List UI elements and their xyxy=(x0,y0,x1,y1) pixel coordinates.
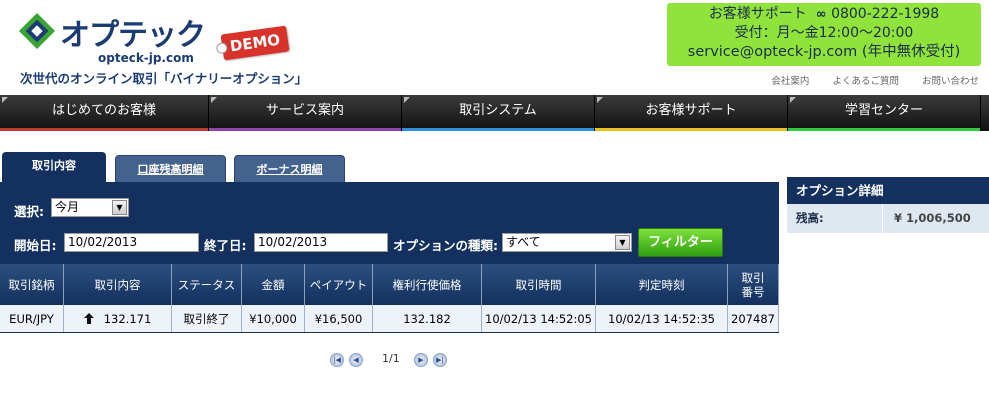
cell-judge-time: 10/02/13 14:52:35 xyxy=(596,305,728,332)
main-nav: はじめてのお客様 サービス案内 取引システム お客様サポート 学習センター xyxy=(0,95,989,131)
chevron-down-icon: ▼ xyxy=(112,200,127,215)
nav-color-bar xyxy=(209,128,401,131)
demo-badge: DEMO xyxy=(220,25,290,61)
col-trade-time: 取引時間 xyxy=(482,264,596,305)
col-content: 取引内容 xyxy=(64,264,172,305)
col-trade-number: 取引番号 xyxy=(728,264,779,305)
support-email[interactable]: service@opteck-jp.com (年中無休受付) xyxy=(667,43,981,62)
brand-name[interactable]: オプテック xyxy=(60,10,206,54)
prev-page-icon[interactable]: ◀ xyxy=(349,353,363,367)
link-contact[interactable]: お問い合わせ xyxy=(922,76,979,87)
support-box: お客様サポート ∞ 0800-222-1998 受付：月～金12:00～20:0… xyxy=(667,3,981,66)
free-dial-icon: ∞ xyxy=(811,7,827,22)
table-row[interactable]: EUR/JPY 132.171 取引終了 ¥10,000 ¥16,500 132… xyxy=(0,305,779,333)
end-date-label: 終了日: xyxy=(204,238,247,253)
cell-content: 132.171 xyxy=(64,305,172,332)
balance-label: 残高: xyxy=(796,211,824,225)
opteck-logo-icon[interactable] xyxy=(18,12,56,50)
support-row-phone: お客様サポート ∞ 0800-222-1998 xyxy=(667,5,981,24)
col-judge-time: 判定時刻 xyxy=(596,264,728,305)
option-type-value: すべて xyxy=(506,235,541,249)
nav-item-support[interactable]: お客様サポート xyxy=(595,95,788,131)
col-amount: 金額 xyxy=(242,264,305,305)
nav-item-learning[interactable]: 学習センター xyxy=(788,95,981,131)
next-page-icon[interactable]: ▶ xyxy=(414,353,428,367)
link-company[interactable]: 会社案内 xyxy=(771,76,809,87)
nav-item-trading-system[interactable]: 取引システム xyxy=(402,95,595,131)
header-links: 会社案内 よくあるご質問 お問い合わせ xyxy=(751,73,979,87)
nav-color-bar xyxy=(402,128,594,131)
chevron-down-icon: ▼ xyxy=(615,235,630,250)
cell-amount: ¥10,000 xyxy=(242,305,305,332)
cell-payout: ¥16,500 xyxy=(305,305,373,332)
nav-color-bar xyxy=(595,128,787,131)
page: オプテック opteck-jp.com DEMO 次世代のオンライン取引「バイナ… xyxy=(0,0,989,398)
arrow-up-icon xyxy=(83,313,94,324)
option-type-select[interactable]: すべて ▼ xyxy=(502,233,632,252)
cell-strike-price: 132.182 xyxy=(373,305,482,332)
tab-bonus[interactable]: ボーナス明細 xyxy=(234,155,345,183)
nav-item-label: サービス案内 xyxy=(265,103,344,118)
nav-item-services[interactable]: サービス案内 xyxy=(209,95,402,131)
link-faq[interactable]: よくあるご質問 xyxy=(832,76,899,87)
end-date-input[interactable]: 10/02/2013 xyxy=(254,233,388,252)
support-label: お客様サポート xyxy=(708,6,807,22)
cell-content-value: 132.171 xyxy=(103,311,152,326)
cell-trade-time: 10/02/13 14:52:05 xyxy=(482,305,596,332)
option-details-title: オプション詳細 xyxy=(787,177,989,204)
nav-item-label: お客様サポート xyxy=(645,103,737,118)
balance-row: 残高: ¥ 1,006,500 xyxy=(787,204,989,233)
col-status: ステータス xyxy=(172,264,242,305)
brand-tagline: 次世代のオンライン取引「バイナリーオプション」 xyxy=(20,71,308,86)
filter-button[interactable]: フィルター xyxy=(638,228,723,257)
nav-item-label: はじめてのお客様 xyxy=(51,103,156,118)
last-page-icon[interactable]: ▶| xyxy=(433,353,447,367)
tab-trades[interactable]: 取引内容 xyxy=(2,152,106,182)
cell-symbol: EUR/JPY xyxy=(0,305,64,332)
select-period-label: 選択: xyxy=(14,204,44,219)
nav-color-bar xyxy=(0,128,208,131)
option-type-label: オプションの種類: xyxy=(393,238,498,253)
nav-color-bar xyxy=(788,128,980,131)
start-date-label: 開始日: xyxy=(14,238,57,253)
support-phone: 0800-222-1998 xyxy=(831,6,940,22)
period-select-value: 今月 xyxy=(55,200,80,214)
page-indicator: 1/1 xyxy=(382,352,400,365)
divider xyxy=(882,204,883,233)
brand-domain: opteck-jp.com xyxy=(98,51,194,65)
col-payout: ペイアウト xyxy=(305,264,373,305)
col-symbol: 取引銘柄 xyxy=(0,264,64,305)
nav-item-label: 取引システム xyxy=(459,103,537,118)
nav-item-label: 学習センター xyxy=(844,103,923,118)
period-select[interactable]: 今月 ▼ xyxy=(51,198,129,217)
nav-item-beginners[interactable]: はじめてのお客様 xyxy=(0,95,209,131)
start-date-input[interactable]: 10/02/2013 xyxy=(64,233,199,252)
first-page-icon[interactable]: |◀ xyxy=(330,353,344,367)
support-hours: 受付：月～金12:00～20:00 xyxy=(734,25,914,41)
balance-value: ¥ 1,006,500 xyxy=(894,211,971,225)
cell-trade-number: 207487 xyxy=(728,305,779,332)
trades-table-header: 取引銘柄 取引内容 ステータス 金額 ペイアウト 権利行使価格 取引時間 判定時… xyxy=(0,264,779,305)
tab-account-balance[interactable]: 口座残高明細 xyxy=(115,155,226,183)
col-strike-price: 権利行使価格 xyxy=(373,264,482,305)
cell-status: 取引終了 xyxy=(172,305,242,332)
